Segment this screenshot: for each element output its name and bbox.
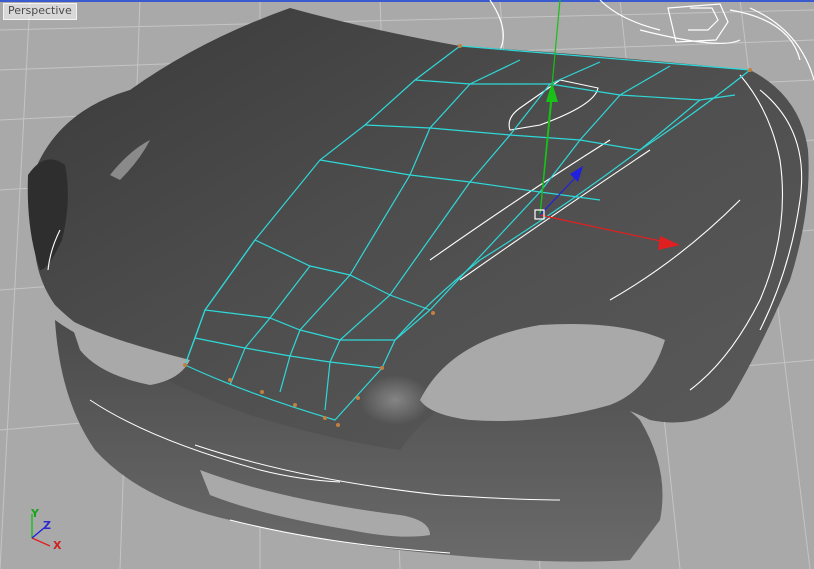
axis-z-label: Z: [43, 519, 51, 532]
viewport-label[interactable]: Perspective: [3, 3, 77, 20]
axis-triad: Y Z X: [22, 508, 72, 558]
axis-triad-icon: [31, 514, 51, 547]
surface-highlight: [360, 375, 430, 425]
axis-x-label: X: [53, 539, 62, 552]
axis-y-label: Y: [31, 507, 39, 520]
viewport-scene[interactable]: [0, 0, 814, 569]
perspective-viewport[interactable]: Perspective Y Z X: [0, 0, 814, 569]
